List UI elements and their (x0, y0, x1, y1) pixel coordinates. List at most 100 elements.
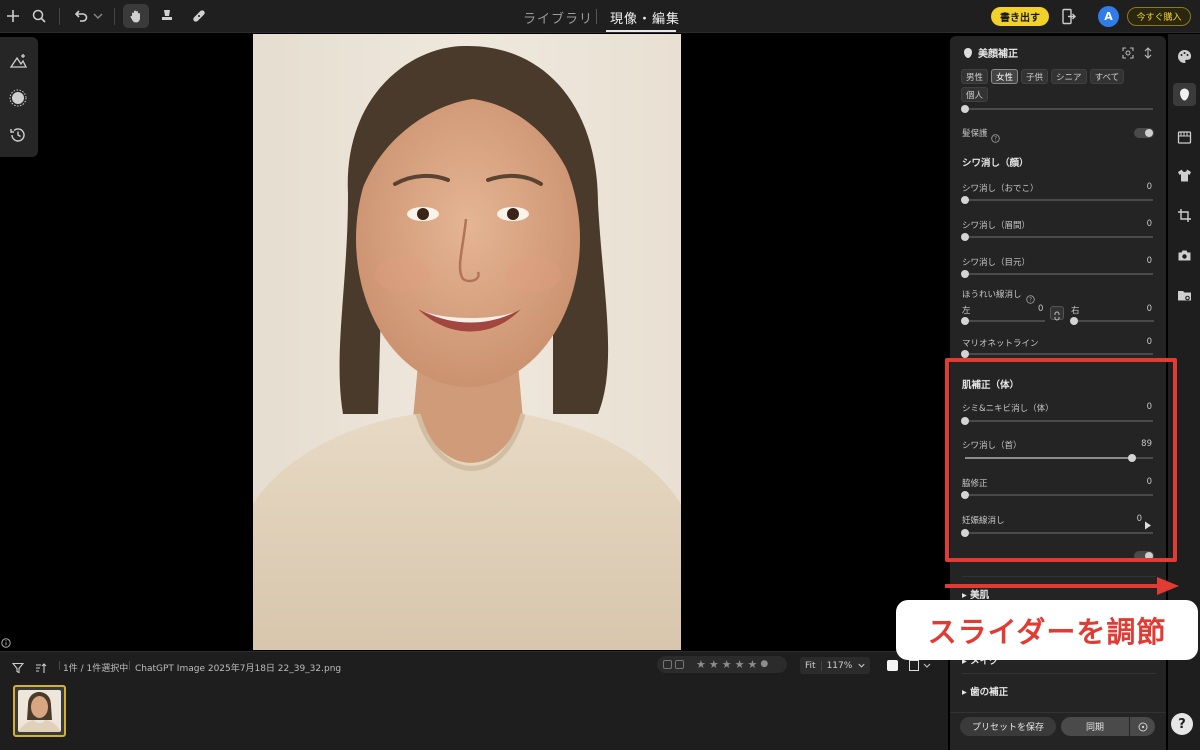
selection-count: 1件 / 1件選択中 (63, 664, 129, 674)
filmstrip-bar: | 1件 / 1件選択中 | ChatGPT Image 2025年7月18日 … (0, 651, 948, 750)
panel-footer: プリセットを保存 同期 (950, 712, 1166, 750)
color-label-icon[interactable]: ● (760, 659, 768, 670)
section-divider (962, 673, 1156, 674)
expand-arrow-icon: ▸ (962, 687, 971, 698)
stamp-tool-icon[interactable] (154, 4, 180, 28)
nasolabial-label: ほうれい線消し (962, 290, 1022, 300)
link-toggle-icon[interactable] (1050, 306, 1064, 321)
star-icon[interactable]: ★ (696, 659, 706, 670)
marionette-label: マリオネットライン (962, 339, 1039, 349)
callout-label: スライダーを調節 (896, 600, 1198, 660)
history-icon[interactable] (8, 125, 28, 145)
save-preset-button[interactable]: プリセットを保存 (960, 717, 1056, 736)
photo-canvas[interactable] (253, 34, 681, 650)
star-icon[interactable]: ★ (748, 659, 758, 670)
tab-divider (596, 9, 597, 24)
single-view-icon[interactable] (887, 660, 898, 671)
filter-icon[interactable] (11, 659, 25, 674)
help-icon[interactable]: ? (1171, 713, 1193, 735)
section-wrinkle-face: シワ消し（顔） (962, 158, 1029, 169)
auto-enhance-icon[interactable] (8, 51, 28, 71)
chip-senior[interactable]: シニア (1051, 69, 1087, 84)
search-icon[interactable] (26, 4, 52, 28)
star-icon[interactable]: ★ (722, 659, 732, 670)
photo-thumbnail[interactable] (13, 685, 66, 737)
crop-icon[interactable] (1176, 207, 1193, 224)
slider-track[interactable] (961, 105, 1153, 113)
star-icon[interactable]: ★ (735, 659, 745, 670)
slider-value[interactable]: 0 (1147, 182, 1152, 192)
left-tool-panel (0, 37, 38, 157)
chevron-down-icon[interactable] (857, 661, 866, 670)
hair-protect-label: 髪保護 (962, 129, 988, 139)
clothing-icon[interactable] (1176, 167, 1193, 184)
slider-knob[interactable] (961, 196, 969, 204)
face-detect-icon[interactable] (1122, 44, 1134, 59)
slider-value[interactable]: 0 (1147, 219, 1152, 229)
sync-button[interactable]: 同期 (1061, 717, 1129, 736)
slider-knob[interactable] (1070, 317, 1078, 325)
face-icon (962, 44, 974, 58)
zoom-value[interactable]: 117% (822, 661, 858, 671)
chip-child[interactable]: 子供 (1021, 69, 1049, 84)
sort-icon[interactable] (35, 659, 47, 673)
palette-icon[interactable] (1176, 48, 1193, 65)
slider-marionette[interactable] (961, 350, 1153, 358)
buy-now-button[interactable]: 今すぐ購入 (1127, 7, 1191, 26)
subject-filter-chips: 男性 女性 子供 シニア すべて 個人 (961, 69, 1141, 102)
hand-tool-icon[interactable] (123, 4, 149, 28)
body-shape-icon[interactable] (1176, 129, 1193, 146)
slider-forehead-wrinkle[interactable] (961, 196, 1153, 204)
reject-flag-icon[interactable] (675, 660, 684, 669)
exit-icon[interactable] (1061, 8, 1077, 25)
slider-knob[interactable] (961, 317, 969, 325)
camera-icon[interactable] (1176, 247, 1193, 264)
zoom-control[interactable]: Fit 117% (800, 657, 870, 674)
hair-protect-toggle[interactable] (1134, 128, 1154, 138)
user-avatar[interactable]: A (1098, 6, 1119, 27)
section-teeth[interactable]: ▸ 歯の補正 (962, 684, 1008, 698)
right-value[interactable]: 0 (1147, 304, 1152, 314)
toolbar-divider (114, 8, 115, 25)
svg-text:?: ? (994, 136, 997, 143)
slider-nasolabial-right[interactable] (1070, 317, 1154, 325)
slider-glabella-wrinkle[interactable] (961, 233, 1153, 241)
chip-female[interactable]: 女性 (991, 69, 1019, 84)
slider-value[interactable]: 0 (1147, 256, 1152, 266)
slider-knob[interactable] (961, 350, 969, 358)
reset-icon[interactable] (1142, 44, 1154, 59)
chevron-down-icon[interactable] (90, 4, 106, 28)
filmstrip-divider: | (58, 661, 62, 671)
face-retouch-icon[interactable] (1173, 83, 1196, 106)
star-icon[interactable]: ★ (709, 659, 719, 670)
marionette-value[interactable]: 0 (1147, 337, 1152, 347)
flag-icon[interactable] (663, 660, 672, 669)
slider-eye-wrinkle[interactable] (961, 270, 1153, 278)
slider-knob[interactable] (961, 233, 969, 241)
slider-nasolabial-left[interactable] (961, 317, 1045, 325)
chip-all[interactable]: すべて (1089, 69, 1125, 84)
slider-knob[interactable] (961, 105, 969, 113)
slider-label: シワ消し（目元） (962, 258, 1031, 268)
chip-individual[interactable]: 個人 (961, 87, 989, 102)
tab-develop-edit[interactable]: 現像・編集 (610, 8, 680, 27)
info-icon[interactable] (1, 633, 11, 648)
tab-library[interactable]: ライブラリ (523, 8, 593, 27)
zoom-fit-button[interactable]: Fit (800, 660, 822, 671)
export-button[interactable]: 書き出す (991, 7, 1049, 26)
panel-title: 美顔補正 (978, 49, 1018, 60)
sync-options-icon[interactable] (1130, 717, 1155, 736)
highlight-box (945, 358, 1177, 562)
folder-settings-icon[interactable] (1176, 287, 1193, 304)
add-icon[interactable] (0, 4, 26, 28)
bandage-tool-icon[interactable] (186, 4, 212, 28)
arrow-annotation (945, 577, 1179, 595)
help-circle-icon[interactable]: ? (991, 128, 1000, 143)
mask-icon[interactable] (8, 88, 28, 108)
top-bar: ライブラリ 現像・編集 書き出す A 今すぐ購入 (0, 0, 1200, 33)
compare-view-icon[interactable] (909, 660, 931, 674)
chip-male[interactable]: 男性 (961, 69, 989, 84)
help-circle-icon[interactable]: ? (1026, 289, 1035, 304)
slider-knob[interactable] (961, 270, 969, 278)
left-value[interactable]: 0 (1038, 304, 1043, 314)
